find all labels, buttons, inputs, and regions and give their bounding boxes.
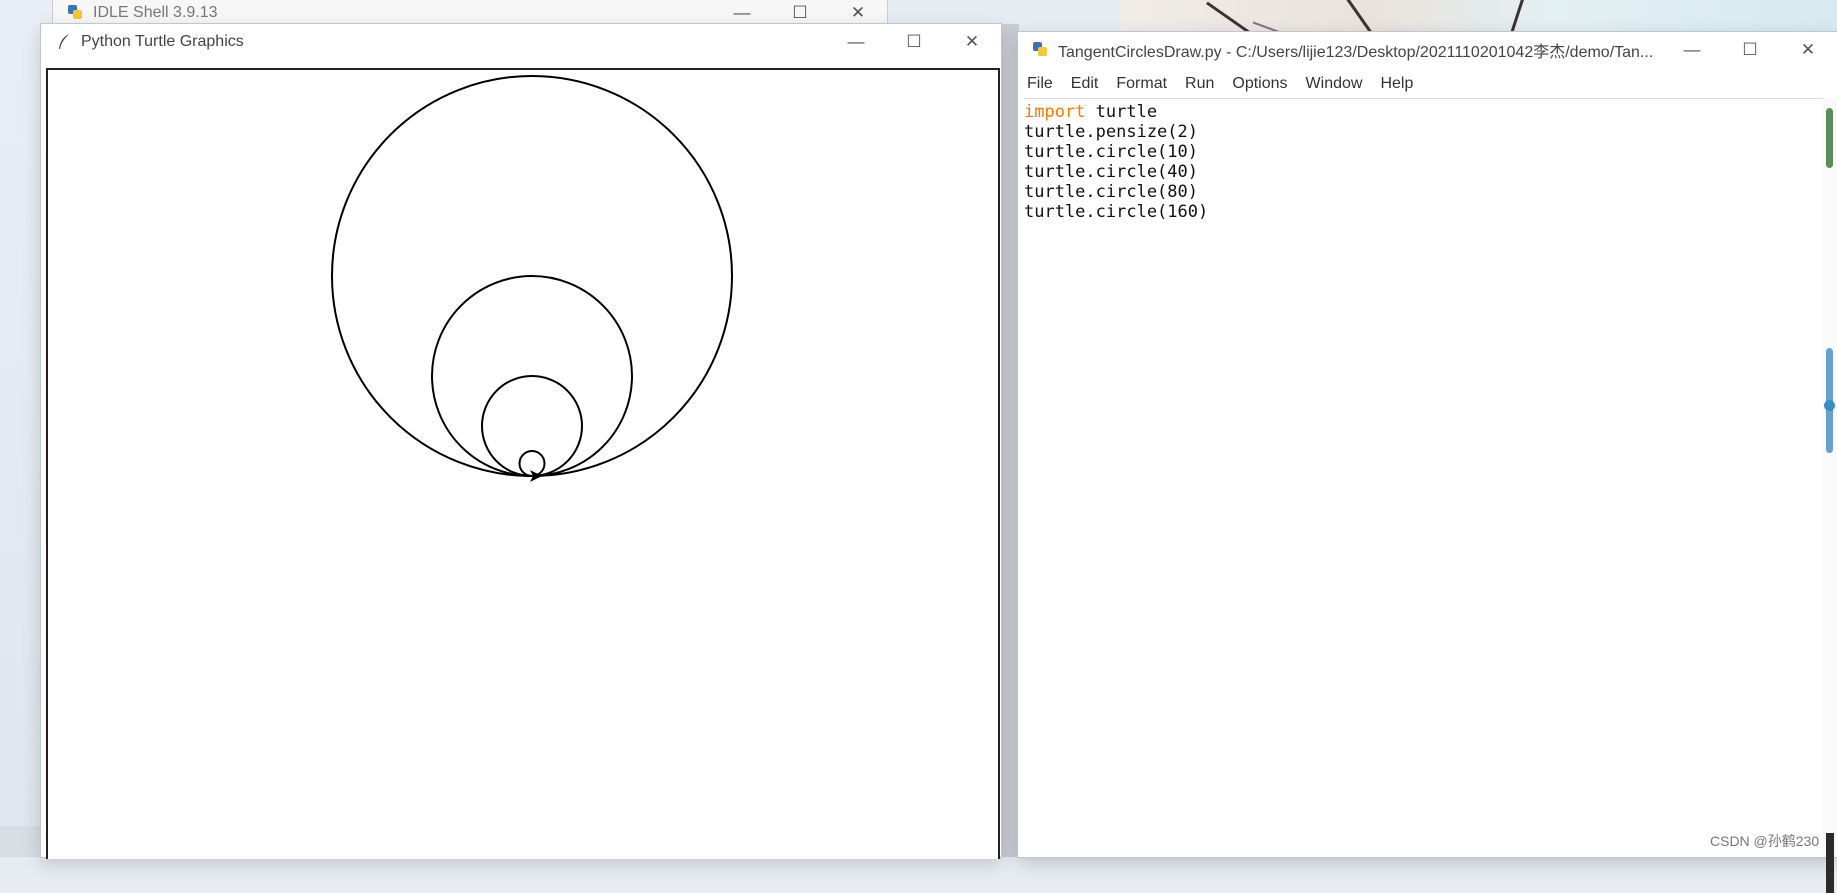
python-icon [67, 4, 85, 22]
menu-file[interactable]: File [1018, 75, 1062, 93]
turtle-drawing [331, 75, 733, 482]
scroll-slider-handle[interactable] [1824, 400, 1835, 411]
code-text: turtle [1085, 102, 1158, 122]
maximize-button[interactable]: ☐ [1721, 32, 1779, 68]
code-line: turtle.circle(160) [1024, 202, 1823, 222]
minimize-button[interactable]: — [1663, 32, 1721, 68]
turtle-canvas[interactable] [46, 68, 1000, 859]
menu-run[interactable]: Run [1176, 75, 1223, 93]
code-text: turtle.circle(160) [1024, 202, 1209, 222]
idle-shell-window[interactable]: IDLE Shell 3.9.13 — ☐ ✕ [53, 0, 887, 26]
maximize-button[interactable]: ☐ [771, 0, 829, 26]
code-text: turtle.circle(10) [1024, 142, 1198, 162]
idle-shell-titlebar[interactable]: IDLE Shell 3.9.13 — ☐ ✕ [53, 0, 887, 26]
menu-bar: File Edit Format Run Options Window Help [1018, 70, 1837, 98]
menu-edit[interactable]: Edit [1062, 75, 1108, 93]
menu-window[interactable]: Window [1297, 75, 1372, 93]
code-keyword: import [1024, 102, 1086, 122]
code-line: turtle.circle(40) [1024, 162, 1823, 182]
window-edge [1001, 24, 1019, 857]
menu-help[interactable]: Help [1371, 75, 1422, 93]
turtle-graphics-window[interactable]: Python Turtle Graphics — ☐ ✕ [41, 24, 1001, 859]
feather-icon [55, 33, 73, 51]
minimize-button[interactable]: — [713, 0, 771, 26]
menu-options[interactable]: Options [1223, 75, 1296, 93]
close-button[interactable]: ✕ [943, 24, 1001, 60]
code-line: import turtle [1024, 102, 1823, 122]
turtle-titlebar[interactable]: Python Turtle Graphics — ☐ ✕ [41, 24, 1001, 60]
code-editor[interactable]: import turtle turtle.pensize(2) turtle.c… [1024, 98, 1823, 857]
editor-window-title: TangentCirclesDraw.py - C:/Users/lijie12… [1058, 44, 1654, 61]
code-text: turtle.pensize(2) [1024, 122, 1198, 142]
code-line: turtle.circle(10) [1024, 142, 1823, 162]
turtle-circle [481, 375, 583, 477]
watermark: CSDN @孙鹤230 [1710, 833, 1820, 849]
code-text: turtle.circle(80) [1024, 182, 1198, 202]
scroll-thumb[interactable] [1826, 108, 1833, 168]
turtle-window-title: Python Turtle Graphics [81, 33, 244, 50]
close-button[interactable]: ✕ [829, 0, 887, 26]
minimize-button[interactable]: — [827, 24, 885, 60]
menu-format[interactable]: Format [1107, 75, 1176, 93]
code-line: turtle.pensize(2) [1024, 122, 1823, 142]
vertical-scrollbar[interactable] [1823, 98, 1837, 893]
editor-titlebar[interactable]: TangentCirclesDraw.py - C:/Users/lijie12… [1018, 32, 1837, 68]
close-button[interactable]: ✕ [1779, 32, 1837, 68]
code-line: turtle.circle(80) [1024, 182, 1823, 202]
maximize-button[interactable]: ☐ [885, 24, 943, 60]
idle-shell-title: IDLE Shell 3.9.13 [93, 4, 218, 21]
editor-window[interactable]: TangentCirclesDraw.py - C:/Users/lijie12… [1018, 32, 1837, 893]
scroll-end-block [1826, 833, 1834, 893]
code-text: turtle.circle(40) [1024, 162, 1198, 182]
python-file-icon [1032, 41, 1050, 59]
